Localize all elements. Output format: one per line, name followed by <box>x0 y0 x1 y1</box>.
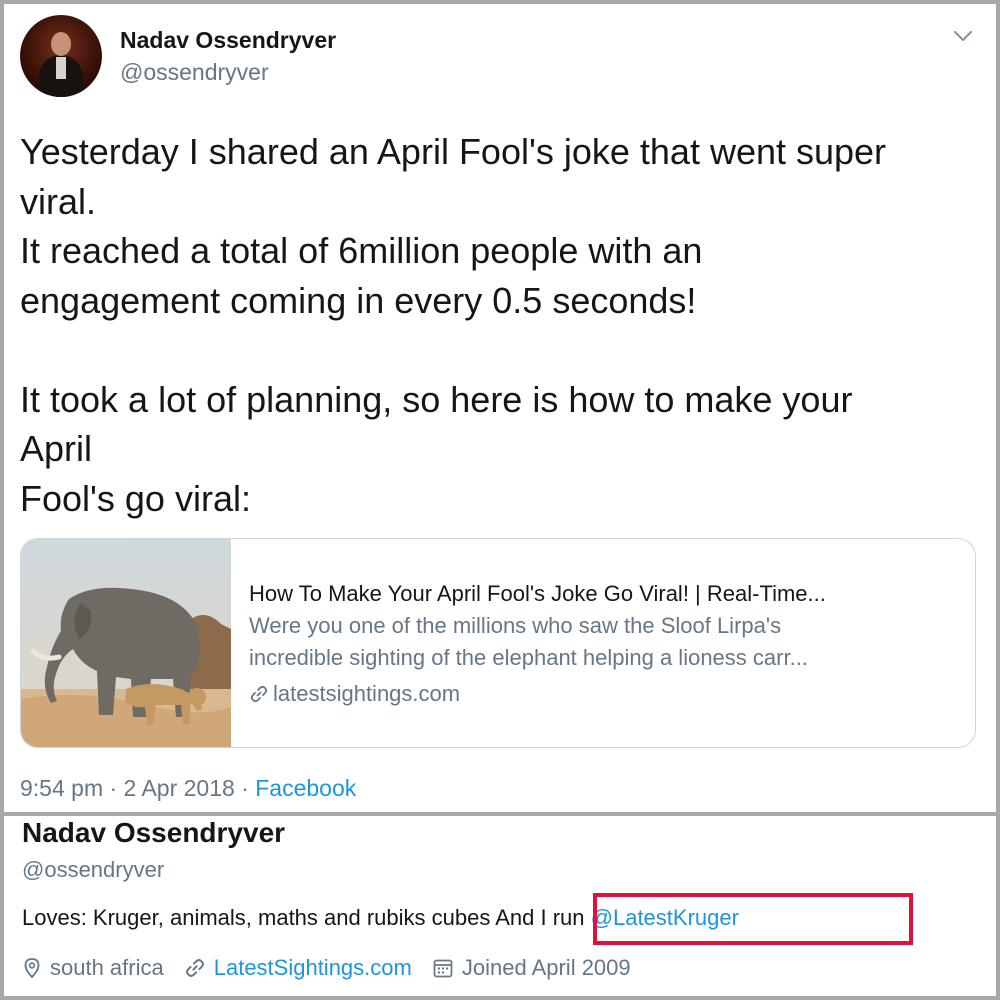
card-title: How To Make Your April Fool's Joke Go Vi… <box>249 581 826 606</box>
card-text-block: How To Make Your April Fool's Joke Go Vi… <box>249 577 959 710</box>
tweet-meta: 9:54 pm · 2 Apr 2018 · Facebook <box>20 775 356 802</box>
calendar-icon <box>433 959 453 978</box>
tweet-text-line: engagement coming in every 0.5 seconds! <box>20 279 697 321</box>
link-preview-card[interactable]: How To Make Your April Fool's Joke Go Vi… <box>20 538 976 748</box>
card-thumbnail-image <box>21 539 231 747</box>
tweet-text-line: Yesterday I shared an April Fool's joke … <box>20 131 887 172</box>
tweet-text-line: viral. <box>20 180 97 222</box>
tweet-text-line: Fool's go viral: <box>20 477 251 519</box>
card-description-line: Were you one of the millions who saw the… <box>249 613 782 638</box>
bio-text: Loves: Kruger, animals, maths and rubiks… <box>22 905 496 930</box>
location-pin-icon <box>24 958 40 979</box>
card-domain: latestsightings.com <box>249 677 959 710</box>
card-domain-text: latestsightings.com <box>273 681 461 706</box>
highlight-annotation-box <box>593 893 913 945</box>
tweet-source-link[interactable]: Facebook <box>255 775 356 801</box>
bio-highlight-text: And I run <box>495 905 591 930</box>
tweet-text-line: April <box>20 428 93 469</box>
profile-location: south africa <box>22 955 164 981</box>
profile-handle: @ossendryver <box>22 857 165 882</box>
tweet-text-line: It took a lot of planning, so here is ho… <box>20 378 853 420</box>
website-link[interactable]: LatestSightings.com <box>214 955 412 981</box>
location-text: south africa <box>50 955 164 980</box>
profile-website[interactable]: LatestSightings.com <box>184 955 412 981</box>
link-icon <box>185 959 204 977</box>
author-handle[interactable]: @ossendryver <box>120 59 269 86</box>
section-divider <box>0 812 1000 816</box>
author-avatar[interactable] <box>20 15 102 97</box>
profile-meta: south africa LatestSightings.com Joined … <box>22 955 651 981</box>
tweet-timestamp[interactable]: 9:54 pm · 2 Apr 2018 · <box>20 775 255 801</box>
profile-joined: Joined April 2009 <box>432 955 631 981</box>
author-display-name[interactable]: Nadav Ossendryver <box>120 27 336 54</box>
chevron-down-icon[interactable] <box>952 28 974 44</box>
card-description-line: incredible sighting of the elephant help… <box>249 644 808 670</box>
tweet-text-line: It reached a total of 6million people wi… <box>20 230 703 271</box>
tweet-text: Yesterday I shared an April Fool's joke … <box>20 127 970 523</box>
joined-text: Joined April 2009 <box>461 955 631 980</box>
profile-name: Nadav Ossendryver <box>22 817 286 848</box>
link-icon <box>250 685 268 703</box>
